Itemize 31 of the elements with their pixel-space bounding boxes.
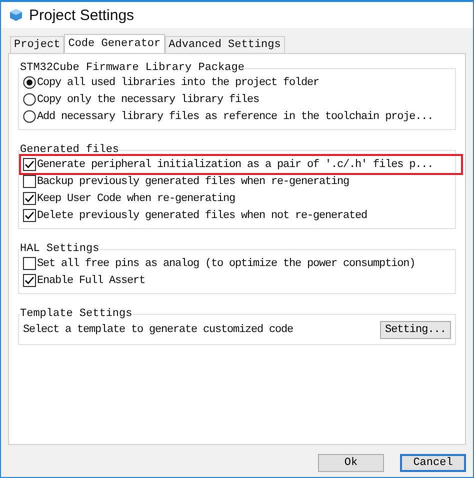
option-label: Backup previously generated files when re-generating bbox=[37, 176, 350, 188]
tab[interactable]: Code Generator bbox=[64, 34, 165, 53]
radio-button[interactable] bbox=[23, 93, 36, 106]
radio-button[interactable] bbox=[23, 110, 36, 123]
group-title: Template Settings bbox=[20, 308, 132, 320]
group-title: HAL Settings bbox=[20, 243, 100, 255]
option-label: Set all free pins as analog (to optimize the power consumption) bbox=[37, 258, 416, 270]
group-title: Generated files bbox=[20, 144, 120, 156]
option-label: Keep User Code when re-generating bbox=[37, 192, 236, 204]
checkbox[interactable] bbox=[23, 192, 36, 205]
option-label: Delete previously generated files when not re-generated bbox=[37, 210, 368, 222]
ok-button[interactable]: Ok bbox=[318, 454, 384, 472]
description-text: Select a template to generate customized code bbox=[23, 324, 294, 336]
cancel-button[interactable]: Cancel bbox=[400, 454, 466, 472]
option-label: Copy only the necessary library files bbox=[37, 94, 260, 106]
option-label: Add necessary library files as reference in the toolchain proje... bbox=[37, 110, 434, 122]
setting-button[interactable]: Setting... bbox=[380, 321, 451, 339]
option-label: Copy all used libraries into the project folder bbox=[37, 76, 320, 88]
radio-button[interactable] bbox=[23, 76, 36, 89]
checkbox[interactable] bbox=[23, 175, 36, 188]
checkbox[interactable] bbox=[23, 158, 36, 171]
tab[interactable]: Project bbox=[10, 36, 64, 53]
cube-icon bbox=[9, 8, 23, 22]
tab[interactable]: Advanced Settings bbox=[164, 36, 285, 53]
checkbox[interactable] bbox=[23, 274, 36, 287]
option-label: Generate peripheral initialization as a pair of '.c/.h' files p... bbox=[37, 158, 434, 170]
checkbox[interactable] bbox=[23, 209, 36, 222]
group-title: STM32Cube Firmware Library Package bbox=[20, 62, 244, 74]
window-title: Project Settings bbox=[29, 6, 134, 24]
checkbox[interactable] bbox=[23, 257, 36, 270]
option-label: Enable Full Assert bbox=[37, 274, 146, 286]
